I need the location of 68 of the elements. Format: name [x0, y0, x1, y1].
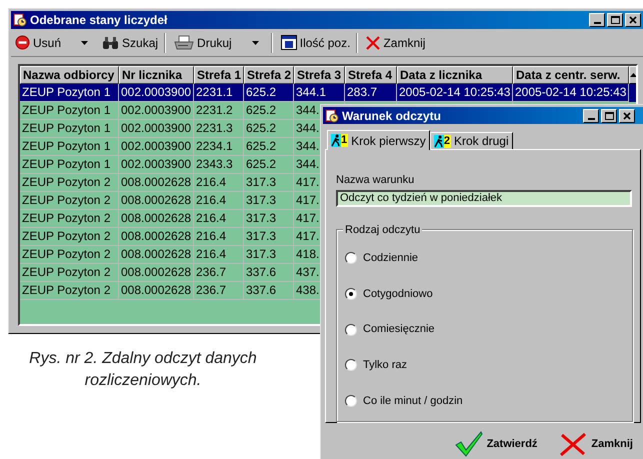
table-cell: 216.4: [196, 175, 226, 189]
table-cell: 283.7: [347, 85, 378, 99]
table-cell: 008.0002628: [121, 265, 192, 279]
table-cell: 2231.2: [196, 103, 233, 117]
table-cell: 625.2: [246, 85, 276, 99]
table-cell: 344.: [296, 157, 320, 171]
table-cell: 236.7: [196, 283, 226, 297]
table-cell: 2005-02-14 10:25:43: [515, 85, 626, 99]
table-cell: 2231.1: [196, 85, 233, 99]
table-cell: 2343.3: [196, 157, 233, 171]
table-cell: 317.3: [246, 211, 276, 225]
table-cell: 344.: [296, 139, 320, 153]
table-cell: 317.3: [246, 193, 276, 207]
table-cell: ZEUP Pozyton 2: [22, 247, 110, 261]
table-cell: 008.0002628: [121, 229, 192, 243]
table-cell: ZEUP Pozyton 2: [22, 193, 110, 207]
table-cell: 625.2: [246, 121, 276, 135]
field-label: Nazwa warunku: [336, 173, 416, 188]
table-cell: 625.2: [246, 157, 276, 171]
table-cell: 418.: [296, 247, 320, 261]
table-cell: 317.3: [246, 247, 276, 261]
figure-caption: Rys. nr 2. Zdalny odczyt danych rozliczeniowych.: [28, 349, 258, 391]
table-cell: ZEUP Pozyton 1: [22, 85, 110, 99]
table-cell: ZEUP Pozyton 1: [22, 121, 110, 135]
table-cell: 216.4: [196, 193, 226, 207]
table-cell: 625.2: [246, 139, 276, 153]
table-cell: 337.6: [246, 265, 276, 279]
table-cell: 002.0003900: [121, 139, 192, 153]
table-cell: 2005-02-14 10:25:43: [399, 85, 510, 99]
table-cell: 625.2: [246, 103, 276, 117]
table-cell: 2234.1: [196, 139, 233, 153]
window-title: Odebrane stany liczydeł: [30, 12, 168, 29]
table-cell: ZEUP Pozyton 1: [22, 103, 110, 117]
table-cell: 344.: [296, 103, 320, 117]
table-cell: ZEUP Pozyton 1: [22, 139, 110, 153]
table-cell: 317.3: [246, 229, 276, 243]
table-cell: 417.: [296, 175, 320, 189]
table-cell: 008.0002628: [121, 247, 192, 261]
table-cell: 008.0002628: [121, 175, 192, 189]
table-cell: 417.: [296, 229, 320, 243]
table-cell: ZEUP Pozyton 2: [22, 175, 110, 189]
table-cell: 344.1: [296, 85, 326, 99]
table-cell: 008.0002628: [121, 193, 192, 207]
table-cell: 417.: [296, 193, 320, 207]
table-cell: ZEUP Pozyton 1: [22, 157, 110, 171]
table-cell: 008.0002628: [121, 283, 192, 297]
table-cell: 216.4: [196, 229, 226, 243]
table-cell: ZEUP Pozyton 2: [22, 283, 110, 297]
table-cell: 002.0003900: [121, 157, 192, 171]
step-icon: 1: [331, 134, 348, 147]
table-cell: ZEUP Pozyton 2: [22, 211, 110, 225]
table-cell: 216.4: [196, 247, 226, 261]
step-icon: 2: [434, 134, 451, 148]
table-cell: 002.0003900: [121, 121, 192, 135]
table-cell: 2231.3: [196, 121, 233, 135]
table-cell: 337.6: [246, 283, 276, 297]
table-cell: 437.: [296, 265, 320, 279]
table-cell: 216.4: [196, 211, 226, 225]
table-cell: 417.: [296, 211, 320, 225]
table-cell: 008.0002628: [121, 211, 192, 225]
table-cell: 236.7: [196, 265, 226, 279]
table-cell: 438.: [296, 283, 320, 297]
table-cell: 344.: [296, 121, 320, 135]
table-cell: 002.0003900: [121, 103, 192, 117]
table-cell: ZEUP Pozyton 2: [22, 229, 110, 243]
table-cell: 002.0003900: [121, 85, 192, 99]
table-cell: ZEUP Pozyton 2: [22, 265, 110, 279]
table-cell: 317.3: [246, 175, 276, 189]
